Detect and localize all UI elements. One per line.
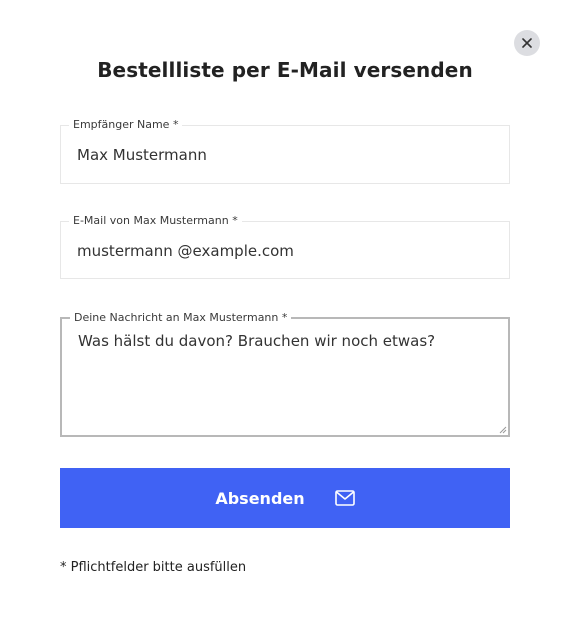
submit-button[interactable]: Absenden xyxy=(60,468,510,528)
recipient-name-field[interactable]: Empfänger Name * Max Mustermann xyxy=(60,118,510,184)
close-icon xyxy=(522,38,532,48)
message-label: Deine Nachricht an Max Mustermann * xyxy=(70,311,292,325)
email-field[interactable]: E-Mail von Max Mustermann * mustermann @… xyxy=(60,214,510,279)
required-fields-note: * Pflichtfelder bitte ausfüllen xyxy=(60,560,247,575)
submit-button-label: Absenden xyxy=(215,488,305,508)
dialog-title: Bestellliste per E-Mail versenden xyxy=(97,58,473,82)
recipient-name-input[interactable]: Max Mustermann xyxy=(77,146,207,164)
resize-grip-icon[interactable] xyxy=(499,426,507,434)
close-button[interactable] xyxy=(514,30,540,56)
message-textarea[interactable]: Was hälst du davon? Brauchen wir noch et… xyxy=(78,332,435,350)
message-field[interactable]: Deine Nachricht an Max Mustermann * Was … xyxy=(60,311,510,437)
recipient-name-label: Empfänger Name * xyxy=(69,118,183,132)
email-input[interactable]: mustermann @example.com xyxy=(77,242,294,260)
envelope-icon xyxy=(334,490,355,506)
email-label: E-Mail von Max Mustermann * xyxy=(69,214,242,228)
